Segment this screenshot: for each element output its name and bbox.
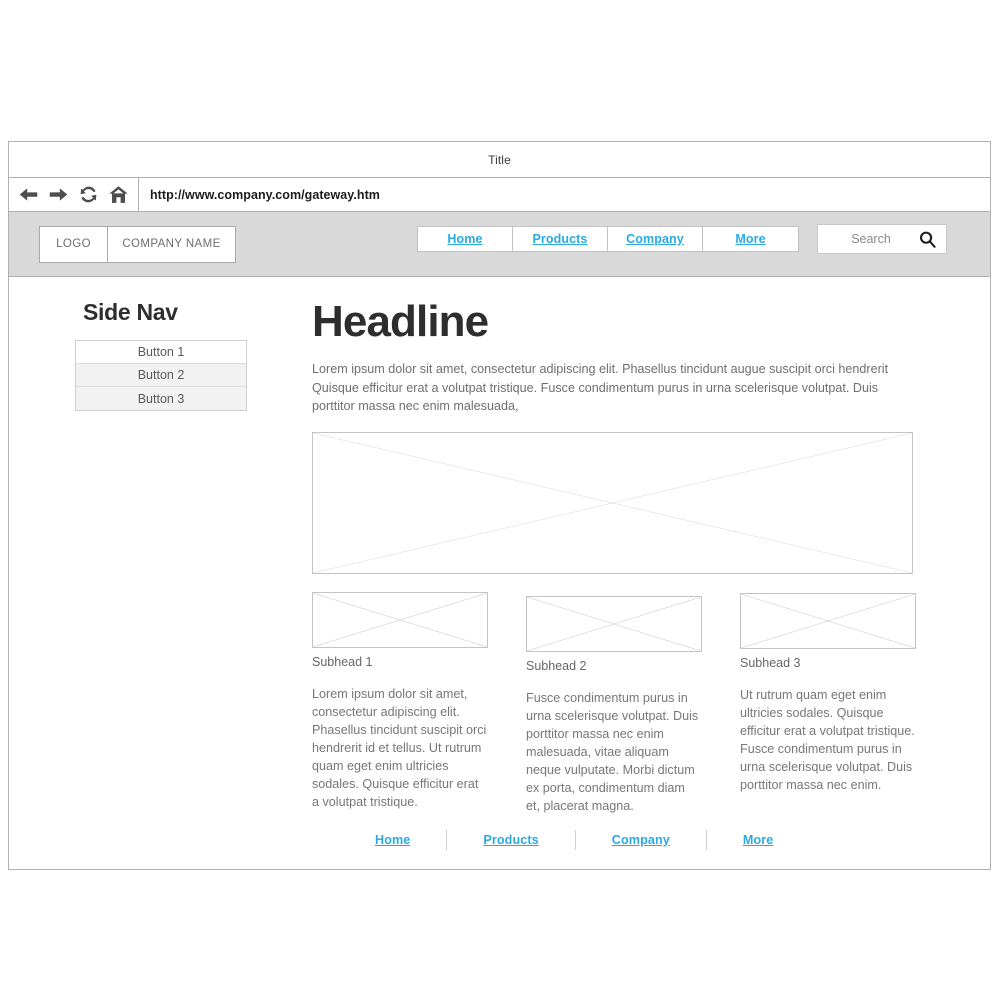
site-header: LOGO COMPANY NAME Home Products Company …: [9, 212, 990, 276]
feature-column-3: Subhead 3 Ut rutrum quam eget enim ultri…: [740, 592, 916, 815]
home-icon[interactable]: [108, 184, 129, 205]
window-title: Title: [488, 152, 511, 167]
side-nav: Side Nav Button 1 Button 2 Button 3: [75, 299, 255, 411]
side-nav-button-2[interactable]: Button 2: [76, 364, 246, 387]
footer-link-products[interactable]: Products: [447, 833, 574, 847]
thumbnail-placeholder-3: [740, 592, 916, 649]
feature-columns: Subhead 1 Lorem ipsum dolor sit amet, co…: [312, 591, 920, 815]
back-arrow-icon[interactable]: [18, 184, 39, 205]
side-nav-title: Side Nav: [83, 299, 178, 325]
side-nav-button-3[interactable]: Button 3: [76, 387, 246, 410]
page-headline: Headline: [312, 297, 489, 346]
thumbnail-placeholder-2: [526, 595, 702, 652]
footer-nav: Home Products Company More: [339, 830, 809, 850]
thumbnail-placeholder-1: [312, 591, 488, 648]
column-text-3: Ut rutrum quam eget enim ultricies sodal…: [740, 687, 915, 792]
footer-link-home[interactable]: Home: [339, 833, 446, 847]
magnifier-icon[interactable]: [918, 230, 946, 249]
nav-link-label: Home: [447, 232, 483, 246]
browser-nav-buttons: [9, 178, 139, 211]
column-subhead-2: Subhead 2: [526, 658, 587, 673]
logo-placeholder: LOGO: [40, 226, 108, 262]
nav-link-label: Products: [532, 232, 588, 246]
url-input[interactable]: http://www.company.com/gateway.htm: [139, 178, 990, 211]
footer-link-company[interactable]: Company: [576, 833, 706, 847]
nav-item-products[interactable]: Products: [513, 227, 608, 251]
column-subhead-1: Subhead 1: [312, 654, 373, 669]
search-box[interactable]: Search: [817, 224, 947, 254]
primary-nav: Home Products Company More: [417, 226, 799, 252]
browser-toolbar: http://www.company.com/gateway.htm: [9, 178, 990, 212]
nav-link-label: Company: [626, 232, 684, 246]
url-text: http://www.company.com/gateway.htm: [150, 187, 380, 202]
side-nav-list: Button 1 Button 2 Button 3: [75, 340, 247, 411]
main-content: Headline Lorem ipsum dolor sit amet, con…: [312, 277, 920, 815]
footer-link-more[interactable]: More: [707, 833, 810, 847]
column-subhead-3: Subhead 3: [740, 655, 801, 670]
forward-arrow-icon[interactable]: [48, 184, 69, 205]
brand-block[interactable]: LOGO COMPANY NAME: [39, 225, 236, 263]
feature-column-2: Subhead 2 Fusce condimentum purus in urn…: [526, 592, 702, 815]
side-nav-button-1[interactable]: Button 1: [76, 341, 246, 364]
feature-column-1: Subhead 1 Lorem ipsum dolor sit amet, co…: [312, 591, 488, 815]
column-text-1: Lorem ipsum dolor sit amet, consectetur …: [312, 686, 487, 809]
company-name: COMPANY NAME: [122, 238, 221, 250]
intro-paragraph: Lorem ipsum dolor sit amet, consectetur …: [312, 362, 889, 414]
search-input[interactable]: Search: [818, 232, 918, 246]
browser-title-bar: Title: [9, 142, 990, 178]
nav-item-home[interactable]: Home: [418, 227, 513, 251]
nav-link-label: More: [735, 232, 766, 246]
column-text-2: Fusce condimentum purus in urna sceleris…: [526, 690, 699, 813]
reload-icon[interactable]: [78, 184, 99, 205]
hero-image-placeholder: [312, 431, 913, 574]
browser-window: Title http://www.company.com/gateway.htm…: [8, 141, 991, 870]
nav-item-company[interactable]: Company: [608, 227, 703, 251]
page-body: Side Nav Button 1 Button 2 Button 3 Head…: [9, 276, 990, 869]
nav-item-more[interactable]: More: [703, 227, 798, 251]
